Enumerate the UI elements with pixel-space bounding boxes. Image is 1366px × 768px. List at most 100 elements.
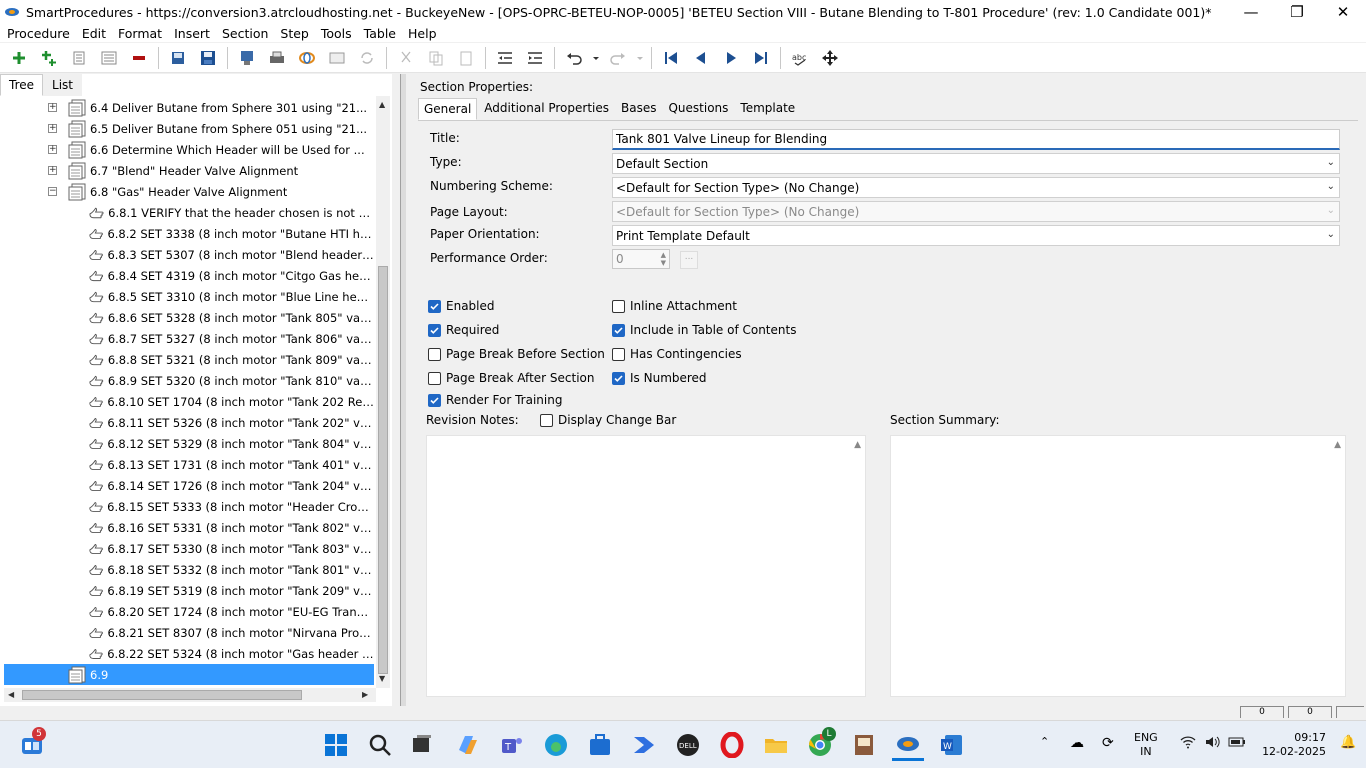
- checkbox-checked-icon[interactable]: [428, 393, 441, 407]
- maximize-button[interactable]: ❐: [1274, 0, 1320, 24]
- checkbox-checked-icon[interactable]: [428, 323, 441, 337]
- menu-tools[interactable]: Tools: [321, 26, 352, 41]
- indent-icon[interactable]: [522, 45, 548, 71]
- list-icon[interactable]: [66, 45, 92, 71]
- collapse-icon[interactable]: −: [48, 187, 57, 196]
- move-icon[interactable]: [817, 45, 843, 71]
- tree-step-row[interactable]: 6.8.13 SET 1731 (8 inch motor "Tank 401"…: [4, 454, 374, 475]
- menu-edit[interactable]: Edit: [82, 26, 106, 41]
- tree-section-row[interactable]: +6.4 Deliver Butane from Sphere 301 usin…: [4, 97, 374, 118]
- add-child-icon[interactable]: [36, 45, 62, 71]
- power-automate-icon[interactable]: [628, 729, 660, 761]
- scroll-up-icon[interactable]: ▲: [1334, 440, 1341, 450]
- tree-step-row[interactable]: 6.8.12 SET 5329 (8 inch motor "Tank 804"…: [4, 433, 374, 454]
- tree-step-row[interactable]: 6.8.5 SET 3310 (8 inch motor "Blue Line …: [4, 286, 374, 307]
- tree-step-row[interactable]: 6.8.6 SET 5328 (8 inch motor "Tank 805" …: [4, 307, 374, 328]
- expand-icon[interactable]: +: [48, 103, 57, 112]
- search-icon[interactable]: [364, 729, 396, 761]
- tab-additional-properties[interactable]: Additional Properties: [479, 98, 614, 120]
- tree-section-row[interactable]: 6.9: [4, 664, 374, 685]
- expand-icon[interactable]: +: [48, 145, 57, 154]
- tree-step-row[interactable]: 6.8.18 SET 5332 (8 inch motor "Tank 801"…: [4, 559, 374, 580]
- expand-icon[interactable]: +: [48, 166, 57, 175]
- chevron-down-icon[interactable]: [591, 45, 601, 71]
- checkbox-unchecked-icon[interactable]: [540, 413, 553, 427]
- tree-section-row[interactable]: − 6.8 "Gas" Header Valve Alignment: [4, 181, 374, 202]
- menu-help[interactable]: Help: [408, 26, 437, 41]
- volume-icon[interactable]: [1204, 735, 1220, 752]
- tree-step-row[interactable]: 6.8.19 SET 5319 (8 inch motor "Tank 209"…: [4, 580, 374, 601]
- type-select[interactable]: Default Section ⌄: [612, 153, 1340, 174]
- tree-horizontal-scrollbar[interactable]: ◀ ▶: [4, 688, 376, 702]
- copy-icon[interactable]: [423, 45, 449, 71]
- enabled-checkbox[interactable]: Enabled: [428, 299, 495, 313]
- checkbox-unchecked-icon[interactable]: [428, 347, 441, 361]
- tab-list[interactable]: List: [43, 74, 82, 96]
- checkbox-unchecked-icon[interactable]: [612, 347, 625, 361]
- minimize-button[interactable]: —: [1228, 0, 1274, 24]
- menu-table[interactable]: Table: [364, 26, 396, 41]
- publish-icon[interactable]: [234, 45, 260, 71]
- numbering-select[interactable]: <Default for Section Type> (No Change) ⌄: [612, 177, 1340, 198]
- delete-icon[interactable]: [126, 45, 152, 71]
- paper-orientation-select[interactable]: Print Template Default ⌄: [612, 225, 1340, 246]
- tree-step-row[interactable]: 6.8.4 SET 4319 (8 inch motor "Citgo Gas …: [4, 265, 374, 286]
- tree-step-row[interactable]: 6.8.22 SET 5324 (8 inch motor "Gas heade…: [4, 643, 374, 664]
- form-icon[interactable]: [324, 45, 350, 71]
- checkbox-unchecked-icon[interactable]: [612, 299, 625, 313]
- smartprocedures-app-icon[interactable]: [892, 729, 924, 761]
- copy-doc-icon[interactable]: [165, 45, 191, 71]
- copilot-icon[interactable]: [452, 729, 484, 761]
- title-input[interactable]: Tank 801 Valve Lineup for Blending: [612, 129, 1340, 150]
- tab-template[interactable]: Template: [735, 98, 800, 120]
- scroll-up-icon[interactable]: ▲: [379, 100, 385, 109]
- tree-step-row[interactable]: 6.8.10 SET 1704 (8 inch motor "Tank 202 …: [4, 391, 374, 412]
- print-icon[interactable]: [264, 45, 290, 71]
- scroll-left-icon[interactable]: ◀: [8, 690, 14, 699]
- tree-step-row[interactable]: 6.8.7 SET 5327 (8 inch motor "Tank 806" …: [4, 328, 374, 349]
- tree-step-row[interactable]: 6.8.20 SET 1724 (8 inch motor "EU-EG Tra…: [4, 601, 374, 622]
- tab-general[interactable]: General: [418, 98, 478, 120]
- tree-section-row[interactable]: +6.5 Deliver Butane from Sphere 051 usin…: [4, 118, 374, 139]
- edge-icon[interactable]: [540, 729, 572, 761]
- refresh-icon[interactable]: [354, 45, 380, 71]
- chevron-down-icon[interactable]: [635, 45, 645, 71]
- dell-icon[interactable]: DELL: [672, 729, 704, 761]
- outdent-icon[interactable]: [492, 45, 518, 71]
- language-indicator[interactable]: ENG IN: [1134, 731, 1158, 759]
- undo-icon[interactable]: [561, 45, 587, 71]
- expand-icon[interactable]: +: [48, 124, 57, 133]
- scroll-up-icon[interactable]: ▲: [854, 440, 861, 450]
- required-checkbox[interactable]: Required: [428, 323, 499, 337]
- cloud-icon[interactable]: ☁: [1070, 735, 1084, 751]
- task-view-icon[interactable]: [406, 729, 438, 761]
- close-button[interactable]: ✕: [1320, 0, 1366, 24]
- tree-step-row[interactable]: 6.8.3 SET 5307 (8 inch motor "Blend head…: [4, 244, 374, 265]
- inline-attachment-checkbox[interactable]: Inline Attachment: [612, 299, 737, 313]
- paste-icon[interactable]: [453, 45, 479, 71]
- menu-section[interactable]: Section: [222, 26, 268, 41]
- revision-notes-textarea[interactable]: ▲: [426, 435, 866, 697]
- sync-icon[interactable]: ⟳: [1102, 735, 1114, 751]
- last-icon[interactable]: [748, 45, 774, 71]
- outline-icon[interactable]: [96, 45, 122, 71]
- opera-icon[interactable]: [716, 729, 748, 761]
- redo-icon[interactable]: [605, 45, 631, 71]
- tree-section-row[interactable]: +6.7 "Blend" Header Valve Alignment: [4, 160, 374, 181]
- file-explorer-icon[interactable]: [760, 729, 792, 761]
- menu-format[interactable]: Format: [118, 26, 162, 41]
- panel-splitter[interactable]: [400, 74, 406, 706]
- clock[interactable]: 09:17 12-02-2025: [1262, 731, 1326, 759]
- word-icon[interactable]: W: [936, 729, 968, 761]
- store-icon[interactable]: [584, 729, 616, 761]
- render-for-training-checkbox[interactable]: Render For Training: [428, 393, 562, 407]
- checkbox-checked-icon[interactable]: [612, 371, 625, 385]
- chevron-up-icon[interactable]: ⌃: [1040, 735, 1049, 748]
- scroll-right-icon[interactable]: ▶: [362, 690, 368, 699]
- checkbox-checked-icon[interactable]: [428, 299, 441, 313]
- link-icon[interactable]: [294, 45, 320, 71]
- has-contingencies-checkbox[interactable]: Has Contingencies: [612, 347, 742, 361]
- save-icon[interactable]: [195, 45, 221, 71]
- tab-tree[interactable]: Tree: [0, 74, 44, 96]
- tree-step-row[interactable]: 6.8.8 SET 5321 (8 inch motor "Tank 809" …: [4, 349, 374, 370]
